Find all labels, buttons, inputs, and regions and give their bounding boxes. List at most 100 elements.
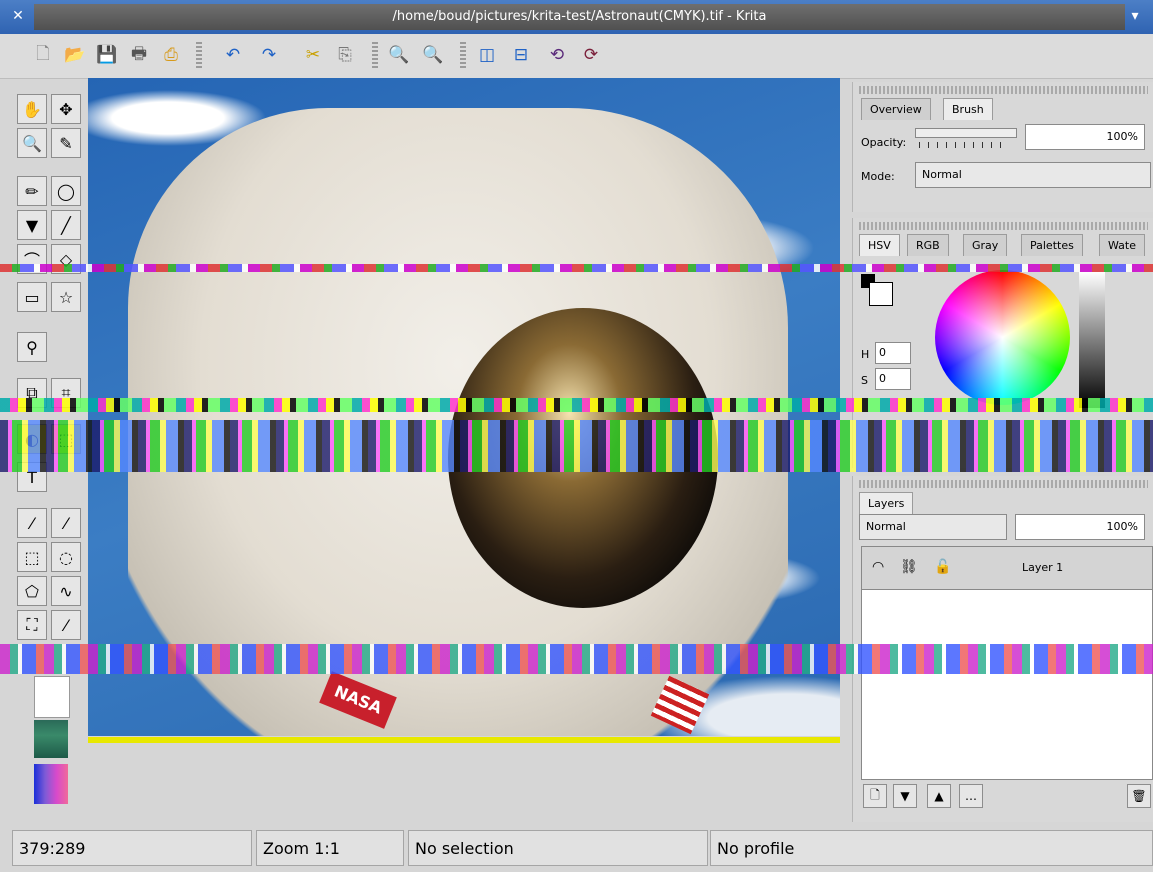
close-icon[interactable]: ✕ bbox=[8, 6, 28, 26]
split-horizontal-icon[interactable]: ⊟ bbox=[508, 42, 534, 68]
eraser-tool-icon[interactable]: ◇ bbox=[51, 244, 81, 274]
tab-gray[interactable]: Gray bbox=[963, 234, 1008, 256]
brush-panel: Overview Brush Opacity: 100% Mode: Norma… bbox=[852, 82, 1153, 212]
h-field[interactable]: 0 bbox=[875, 342, 911, 364]
tab-overview[interactable]: Overview bbox=[861, 98, 931, 120]
rectangle-tool-icon[interactable]: ▭ bbox=[17, 282, 47, 312]
gradient-swatch[interactable] bbox=[34, 764, 68, 804]
brush-tabs: Overview Brush bbox=[859, 98, 1153, 120]
layer-mode-select[interactable]: Normal bbox=[859, 514, 1007, 540]
text-tool-icon[interactable]: T bbox=[17, 462, 47, 492]
tab-rgb[interactable]: RGB bbox=[907, 234, 949, 256]
status-zoom: Zoom 1:1 bbox=[256, 830, 404, 866]
layers-tabs: Layers bbox=[859, 492, 1153, 514]
link-icon[interactable]: ⛓ bbox=[900, 559, 918, 575]
delete-layer-icon[interactable]: 🗑 bbox=[1127, 784, 1151, 808]
layer-row[interactable]: ◠ ⛓ 🔓 Layer 1 bbox=[862, 547, 1152, 590]
line-tool-icon[interactable]: ╱ bbox=[51, 210, 81, 240]
krita-window: ✕ /home/boud/pictures/krita-test/Astrona… bbox=[0, 0, 1153, 872]
value-slider[interactable] bbox=[1079, 272, 1105, 408]
chevron-down-icon[interactable]: ▾ bbox=[1125, 6, 1145, 26]
move-up-icon[interactable]: ▲ bbox=[927, 784, 951, 808]
zoom-out-icon[interactable]: 🔍 bbox=[420, 42, 446, 68]
freehand-select-icon[interactable]: ∿ bbox=[51, 576, 81, 606]
erase-selection-icon[interactable]: ⁄ bbox=[51, 508, 81, 538]
opacity-label: Opacity: bbox=[861, 136, 907, 149]
toolbox: ✋ ✥ 🔍 ✎ ✏ ◯ ▼ ╱ ⌒ ◇ ▭ ☆ ⚲ ⧉ ⌗ ◐ ⬚ T ⁄ ⁄ … bbox=[8, 84, 88, 824]
panel-grip bbox=[859, 480, 1148, 488]
eyedropper-tool-icon[interactable]: ✎ bbox=[51, 128, 81, 158]
visibility-icon[interactable]: ◠ bbox=[872, 559, 884, 575]
tab-hsv[interactable]: HSV bbox=[859, 234, 900, 256]
ellipse-select-icon[interactable]: ◌ bbox=[51, 542, 81, 572]
layer-properties-icon[interactable]: … bbox=[959, 784, 983, 808]
move-down-icon[interactable]: ▼ bbox=[893, 784, 917, 808]
split-vertical-icon[interactable]: ◫ bbox=[474, 42, 500, 68]
perspective-tool-icon[interactable]: ⬚ bbox=[51, 424, 81, 454]
star-tool-icon[interactable]: ☆ bbox=[51, 282, 81, 312]
zoom-tool-icon[interactable]: 🔍 bbox=[17, 128, 47, 158]
new-layer-icon[interactable]: 🗋 bbox=[863, 784, 887, 808]
zoom-in-icon[interactable]: 🔍 bbox=[386, 42, 412, 68]
cut-icon[interactable]: ✂ bbox=[300, 42, 326, 68]
status-profile: No profile bbox=[710, 830, 1153, 866]
opacity-slider[interactable] bbox=[915, 128, 1017, 138]
gradient-tool-icon[interactable]: ◐ bbox=[17, 424, 47, 454]
canvas-bottom-bar bbox=[88, 737, 840, 743]
redo-icon[interactable]: ↷ bbox=[256, 42, 282, 68]
rotate-ccw-icon[interactable]: ⟲ bbox=[544, 42, 570, 68]
status-selection: No selection bbox=[408, 830, 708, 866]
polyline-tool-icon[interactable]: ⌒ bbox=[17, 244, 47, 274]
foreground-background-swatch[interactable] bbox=[34, 676, 70, 718]
tab-palettes[interactable]: Palettes bbox=[1021, 234, 1083, 256]
transform-tool-icon[interactable]: ⧉ bbox=[17, 378, 47, 408]
h-label: H bbox=[861, 348, 870, 361]
panel-grip bbox=[859, 222, 1148, 230]
tab-brush[interactable]: Brush bbox=[943, 98, 993, 120]
toolbar-separator bbox=[460, 42, 466, 70]
brush-tool-icon[interactable]: ✏ bbox=[17, 176, 47, 206]
undo-icon[interactable]: ↶ bbox=[220, 42, 246, 68]
crop-tool-icon[interactable]: ⌗ bbox=[51, 378, 81, 408]
tab-watercolors[interactable]: Wate bbox=[1099, 234, 1145, 256]
magic-wand-icon[interactable]: ⁄ bbox=[51, 610, 81, 640]
fill-tool-icon[interactable]: ▼ bbox=[17, 210, 47, 240]
pattern-swatch[interactable] bbox=[34, 720, 68, 758]
tab-layers[interactable]: Layers bbox=[859, 492, 914, 514]
similar-select-icon[interactable]: ⛶ bbox=[17, 610, 47, 640]
polygon-select-icon[interactable]: ⬠ bbox=[17, 576, 47, 606]
ellipse-tool-icon[interactable]: ◯ bbox=[51, 176, 81, 206]
rotate-cw-icon[interactable]: ⟳ bbox=[578, 42, 604, 68]
new-document-icon[interactable]: 🗋 bbox=[30, 42, 56, 68]
layer-opacity-field[interactable]: 100% bbox=[1015, 514, 1145, 540]
open-icon[interactable]: 📂 bbox=[62, 42, 88, 68]
pan-tool-icon[interactable]: ✋ bbox=[17, 94, 47, 124]
window-title: /home/boud/pictures/krita-test/Astronaut… bbox=[34, 4, 1125, 30]
print-preview-icon[interactable]: ⎙ bbox=[158, 42, 184, 68]
status-coords: 379:289 bbox=[12, 830, 252, 866]
main-toolbar: 🗋 📂 💾 🖶 ⎙ ↶ ↷ ✂ ⎘ 🔍 🔍 ◫ ⊟ ⟲ ⟳ bbox=[0, 34, 1153, 79]
status-bar: 379:289 Zoom 1:1 No selection No profile bbox=[0, 830, 1153, 872]
mode-select[interactable]: Normal bbox=[915, 162, 1151, 188]
title-bar: ✕ /home/boud/pictures/krita-test/Astrona… bbox=[0, 0, 1153, 35]
opacity-field[interactable]: 100% bbox=[1025, 124, 1145, 150]
layer-name: Layer 1 bbox=[1022, 561, 1064, 574]
color-tabs: HSV RGB Gray Palettes Wate bbox=[859, 234, 1153, 256]
s-field[interactable]: 0 bbox=[875, 368, 911, 390]
lock-icon[interactable]: 🔓 bbox=[934, 559, 951, 575]
opacity-ticks bbox=[919, 142, 1009, 148]
rect-select-icon[interactable]: ⬚ bbox=[17, 542, 47, 572]
image-canvas[interactable]: NASA bbox=[88, 78, 840, 736]
panel-grip bbox=[859, 86, 1148, 94]
print-icon[interactable]: 🖶 bbox=[126, 42, 152, 68]
background-color[interactable] bbox=[869, 282, 893, 306]
save-icon[interactable]: 💾 bbox=[94, 42, 120, 68]
clone-tool-icon[interactable]: ⚲ bbox=[17, 332, 47, 362]
copy-icon[interactable]: ⎘ bbox=[332, 42, 358, 68]
hsv-color-wheel[interactable] bbox=[935, 270, 1070, 405]
color-picker-icon[interactable]: ⁄ bbox=[17, 508, 47, 538]
move-tool-icon[interactable]: ✥ bbox=[51, 94, 81, 124]
toolbar-separator bbox=[196, 42, 202, 70]
toolbar-separator bbox=[372, 42, 378, 70]
layers-list: ◠ ⛓ 🔓 Layer 1 bbox=[861, 546, 1153, 780]
